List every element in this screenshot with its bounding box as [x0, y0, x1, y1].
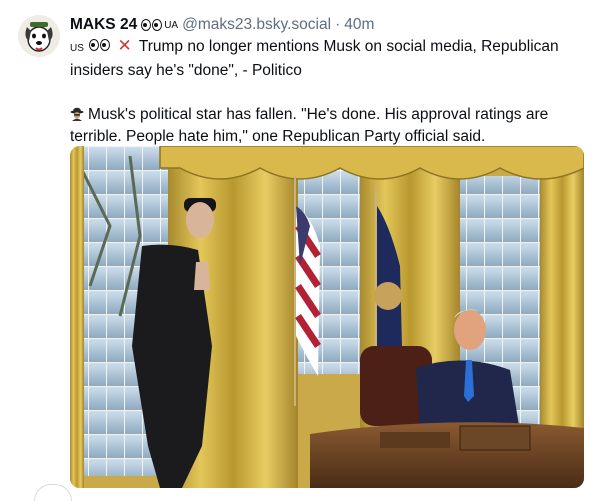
post-text-line-1-content: Trump no longer mentions Musk on social … — [138, 38, 559, 55]
post-text-line-3-content: Musk's political star has fallen. "He's … — [88, 106, 549, 123]
cross-mark-icon: ✕ — [117, 36, 132, 55]
display-name[interactable]: MAKS 24 — [70, 16, 137, 34]
name-flag: UA — [164, 19, 179, 31]
post-text-line-4: terrible. People hate him," one Republic… — [70, 128, 486, 145]
feed-post[interactable]: MAKS 24 UA @maks23.bsky.social · 40m US … — [0, 0, 604, 501]
oval-office-photo — [70, 146, 584, 488]
post-text: US ✕ Trump no longer mentions Musk on so… — [70, 36, 590, 148]
author-handle[interactable]: @maks23.bsky.social — [182, 16, 331, 34]
post-timestamp[interactable]: 40m — [344, 16, 374, 34]
eyes-emoji-icon — [141, 19, 163, 31]
spy-detective-icon — [70, 107, 84, 121]
post-text-line-2: insiders say he's "done", - Politico — [70, 62, 302, 79]
dog-avatar-icon — [18, 15, 60, 57]
post-text-line-1: US ✕ Trump no longer mentions Musk on so… — [70, 36, 590, 60]
separator-dot: · — [335, 16, 341, 33]
eyes-emoji-icon — [89, 39, 111, 51]
next-post-avatar[interactable] — [34, 484, 72, 501]
post-text-line-3: Musk's political star has fallen. "He's … — [70, 104, 590, 126]
author-avatar[interactable] — [18, 15, 60, 57]
post-image[interactable] — [70, 146, 584, 488]
us-flag-code: US — [70, 43, 84, 54]
post-header: MAKS 24 UA @maks23.bsky.social · 40m — [70, 13, 592, 37]
